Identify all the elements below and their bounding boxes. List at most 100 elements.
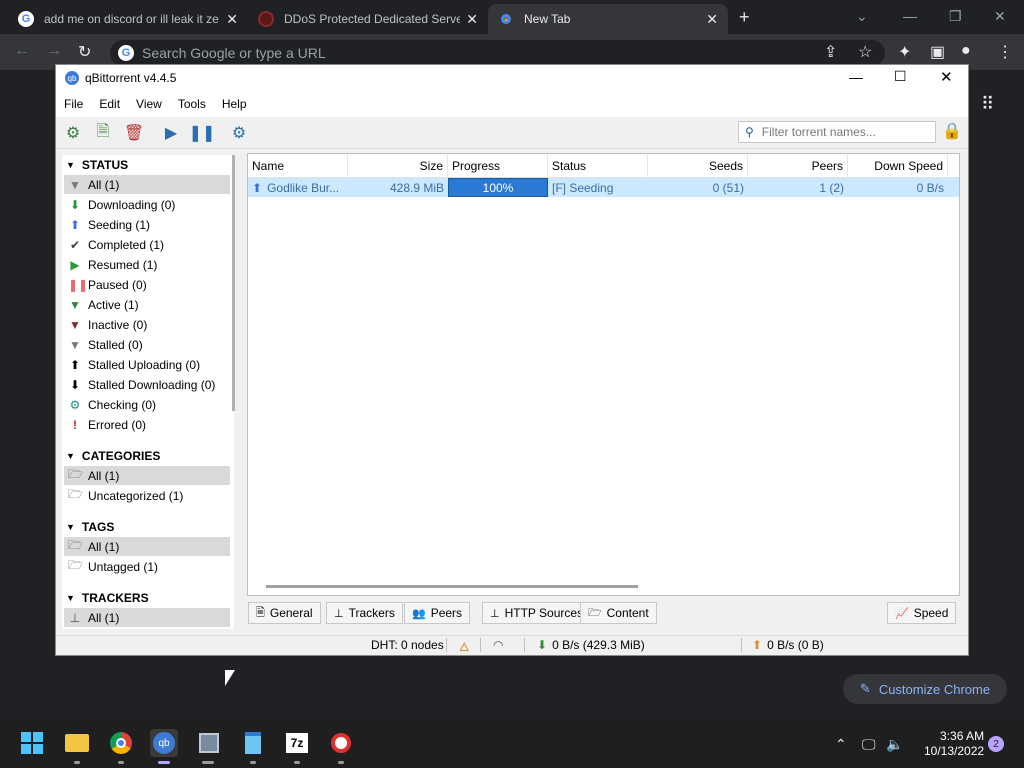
category-item-all[interactable]: 🗁 All (1) [64, 466, 230, 485]
connection-status-icon[interactable]: 🜂 [459, 637, 470, 654]
back-icon[interactable]: ← [14, 42, 30, 60]
horizontal-scrollbar[interactable] [266, 585, 638, 588]
category-item-uncategorized[interactable]: 🗁 Uncategorized (1) [64, 486, 230, 505]
torrent-status-cell: [F] Seeding [552, 180, 614, 195]
omnibox[interactable]: G Search Google or type a URL [110, 40, 885, 66]
progress-bar: 100% [448, 178, 548, 197]
sidebar-item-inactive[interactable]: ▼ Inactive (0) [64, 315, 230, 334]
tab-content[interactable]: 🗁 Content [580, 602, 657, 624]
column-header-progress[interactable]: Progress [448, 154, 548, 178]
options-gear-icon[interactable]: ⚙ [228, 122, 250, 144]
new-tab-button[interactable]: + [739, 7, 750, 28]
notification-badge[interactable]: 2 [988, 736, 1004, 752]
share-icon[interactable]: ⇪ [824, 42, 837, 62]
close-tab-icon[interactable]: ✕ [226, 11, 238, 28]
menu-kebab-icon[interactable]: ⋮ [997, 42, 1013, 62]
tab-ddos[interactable]: DDoS Protected Dedicated Serve ✕ [248, 4, 488, 34]
menu-file[interactable]: File [56, 97, 91, 111]
sidebar-item-all[interactable]: ▼ All (1) [64, 175, 230, 194]
sidebar-item-active[interactable]: ▼ Active (1) [64, 295, 230, 314]
tab-discord[interactable]: G add me on discord or ill leak it ze ✕ [8, 4, 248, 34]
minimize-icon[interactable]: — [849, 69, 863, 85]
delete-torrent-icon[interactable]: 🗑 [123, 122, 145, 144]
lock-icon[interactable]: 🔒 [942, 121, 962, 141]
column-header-name[interactable]: Name [248, 154, 348, 178]
sidebar-item-paused[interactable]: ❚❚ Paused (0) [64, 275, 230, 294]
customize-chrome-button[interactable]: ✎ Customize Chrome [843, 674, 1007, 704]
sidebar-item-checking[interactable]: ⚙ Checking (0) [64, 395, 230, 414]
menu-help[interactable]: Help [214, 97, 255, 111]
sidebar-item-seeding[interactable]: ⬆ Seeding (1) [64, 215, 230, 234]
forward-icon[interactable]: → [46, 42, 62, 60]
tab-search-icon[interactable]: ⌄ [856, 8, 868, 25]
menu-edit[interactable]: Edit [91, 97, 128, 111]
tab-trackers[interactable]: ⊥ Trackers [326, 602, 403, 624]
qbittorrent-taskbar-icon[interactable]: qb [150, 729, 178, 757]
volume-icon[interactable]: 🔈 [886, 736, 903, 753]
section-status[interactable]: ▼ STATUS [66, 157, 128, 173]
table-row[interactable]: ⬆ Godlike Bur... 428.9 MiB 100% [F] Seed… [248, 178, 959, 197]
side-panel-icon[interactable]: ▣ [930, 42, 945, 62]
qbittorrent-window: qb qBittorrent v4.4.5 — ☐ ✕ File Edit Vi… [55, 64, 969, 656]
close-window-icon[interactable]: ✕ [994, 8, 1006, 25]
add-torrent-link-icon[interactable]: ⚙ [62, 122, 84, 144]
reload-icon[interactable]: ↻ [78, 42, 91, 62]
extensions-icon[interactable]: ✦ [898, 42, 911, 62]
notepad-icon[interactable] [239, 729, 267, 757]
chrome-taskbar-icon[interactable] [107, 729, 135, 757]
clock[interactable]: 3:36 AM 10/13/2022 [924, 729, 984, 759]
column-header-size[interactable]: Size [348, 154, 448, 178]
lifebuoy-app-icon[interactable] [327, 729, 355, 757]
file-explorer-icon[interactable] [63, 729, 91, 757]
column-header-status[interactable]: Status [548, 154, 648, 178]
menu-tools[interactable]: Tools [170, 97, 214, 111]
sidebar-item-stalled-downloading[interactable]: ⬇ Stalled Downloading (0) [64, 375, 230, 394]
bookmark-star-icon[interactable]: ☆ [858, 42, 872, 62]
speed-limits-icon[interactable]: ◠ [493, 637, 503, 653]
profile-icon[interactable]: ● [961, 42, 971, 60]
column-header-seeds[interactable]: Seeds [648, 154, 748, 178]
column-header-peers[interactable]: Peers [748, 154, 848, 178]
minimize-icon[interactable]: — [903, 8, 917, 24]
section-trackers[interactable]: ▼ TRACKERS [66, 590, 149, 606]
tab-peers[interactable]: 👥 Peers [404, 602, 471, 624]
setup-app-icon[interactable] [195, 729, 223, 757]
sidebar-item-stalled[interactable]: ▼ Stalled (0) [64, 335, 230, 354]
sidebar-item-errored[interactable]: ! Errored (0) [64, 415, 230, 434]
close-icon[interactable]: ✕ [940, 68, 953, 86]
windows-start-icon[interactable] [18, 729, 46, 757]
7zip-icon[interactable]: 7z [283, 729, 311, 757]
torrent-seeds-cell: 0 (51) [712, 180, 744, 195]
section-categories[interactable]: ▼ CATEGORIES [66, 448, 160, 464]
resume-icon[interactable]: ▶ [160, 122, 182, 144]
chevron-up-icon[interactable]: ⌃ [835, 736, 847, 753]
upload-status[interactable]: ⬆ 0 B/s (0 B) [752, 637, 824, 653]
status-bar [56, 635, 968, 655]
sidebar-scrollbar[interactable] [232, 155, 235, 411]
tag-item-all[interactable]: 🗁 All (1) [64, 537, 230, 556]
sidebar-item-resumed[interactable]: ▶ Resumed (1) [64, 255, 230, 274]
tab-new-tab[interactable]: New Tab ✕ [488, 4, 728, 34]
speed-button[interactable]: 📈 Speed [887, 602, 957, 624]
sidebar-item-stalled-uploading[interactable]: ⬆ Stalled Uploading (0) [64, 355, 230, 374]
pause-icon[interactable]: ❚❚ [189, 122, 216, 144]
tracker-item-all[interactable]: ⊥ All (1) [64, 608, 230, 627]
menu-view[interactable]: View [128, 97, 170, 111]
close-tab-icon[interactable]: ✕ [706, 11, 718, 28]
restore-icon[interactable]: ❐ [949, 8, 962, 25]
tag-item-untagged[interactable]: 🗁 Untagged (1) [64, 557, 230, 576]
column-header-down-speed[interactable]: Down Speed [848, 154, 948, 178]
add-torrent-file-icon[interactable]: 🗎 [92, 122, 114, 144]
dht-status: DHT: 0 nodes [371, 638, 444, 652]
tab-http-sources[interactable]: ⊥ HTTP Sources [482, 602, 592, 624]
filter-torrent-input[interactable]: ⚲ Filter torrent names... [738, 121, 936, 143]
sidebar-item-completed[interactable]: ✔ Completed (1) [64, 235, 230, 254]
tab-general[interactable]: 🗎 General [248, 602, 321, 624]
close-tab-icon[interactable]: ✕ [466, 11, 478, 28]
sidebar-item-downloading[interactable]: ⬇ Downloading (0) [64, 195, 230, 214]
apps-grid-icon[interactable]: ⠿ [981, 94, 994, 115]
maximize-icon[interactable]: ☐ [894, 68, 907, 85]
section-tags[interactable]: ▼ TAGS [66, 519, 114, 535]
download-status[interactable]: ⬇ 0 B/s (429.3 MiB) [537, 637, 645, 653]
network-icon[interactable]: 🖵 [862, 736, 876, 753]
